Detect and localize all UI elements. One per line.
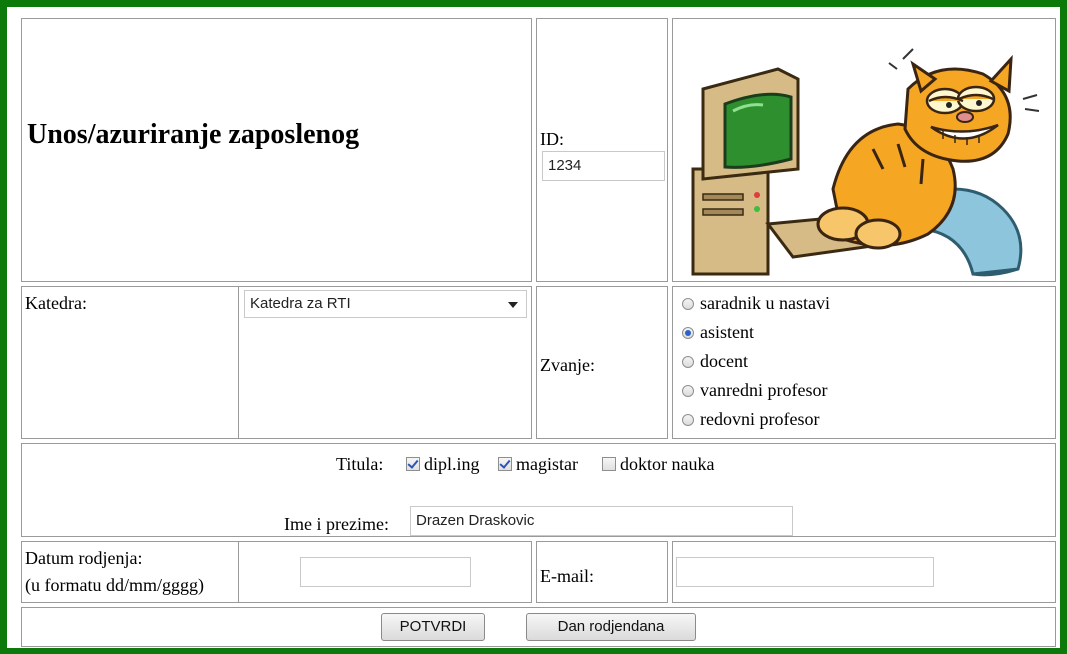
id-cell: ID: 1234 <box>536 18 668 282</box>
id-input[interactable]: 1234 <box>542 151 665 181</box>
email-input-cell <box>672 541 1056 603</box>
email-label: E-mail: <box>540 566 594 586</box>
email-input[interactable] <box>676 557 934 587</box>
radio-asistent[interactable] <box>682 327 694 339</box>
checkbox-doktor-nauka[interactable] <box>602 457 616 471</box>
email-label-cell: E-mail: <box>536 541 668 603</box>
checkbox-label-doktor-nauka: doktor nauka <box>620 454 715 474</box>
radio-saradnik[interactable] <box>682 298 694 310</box>
radio-label-vanredni: vanredni profesor <box>700 380 828 400</box>
datum-label-cell: Datum rodjenja: (u formatu dd/mm/gggg) <box>21 541 240 603</box>
radio-vanredni[interactable] <box>682 385 694 397</box>
buttons-cell: POTVRDI Dan rodjendana <box>21 607 1056 647</box>
checkbox-magistar[interactable] <box>498 457 512 471</box>
checkbox-dipl-ing[interactable] <box>406 457 420 471</box>
radio-label-redovni: redovni profesor <box>700 409 820 429</box>
garfield-computer-illustration <box>691 48 1040 277</box>
title-cell: Unos/azuriranje zaposlenog <box>21 18 532 282</box>
radio-redovni[interactable] <box>682 414 694 426</box>
katedra-label-cell: Katedra: <box>21 286 240 439</box>
zvanje-options-cell: saradnik u nastavi asistent docent vanre… <box>672 286 1056 439</box>
ime-label: Ime i prezime: <box>284 514 389 534</box>
checkbox-label-dipl-ing: dipl.ing <box>424 454 480 474</box>
radio-label-saradnik: saradnik u nastavi <box>700 293 830 313</box>
ime-input[interactable]: Drazen Draskovic <box>410 506 793 536</box>
zvanje-label-cell: Zvanje: <box>536 286 668 439</box>
katedra-select-value: Katedra za RTI <box>250 295 351 312</box>
datum-label-line2: (u formatu dd/mm/gggg) <box>25 575 204 595</box>
chevron-down-icon <box>508 302 518 308</box>
birthday-button[interactable]: Dan rodjendana <box>526 613 696 641</box>
radio-label-asistent: asistent <box>700 322 754 342</box>
radio-docent[interactable] <box>682 356 694 368</box>
id-label: ID: <box>540 129 564 149</box>
zvanje-label: Zvanje: <box>540 355 595 375</box>
page-frame: Unos/azuriranje zaposlenog ID: 1234 Kate… <box>0 0 1067 654</box>
titula-label: Titula: <box>336 454 384 474</box>
page-title: Unos/azuriranje zaposlenog <box>27 119 360 150</box>
katedra-select[interactable]: Katedra za RTI <box>244 290 527 318</box>
katedra-label: Katedra: <box>25 293 87 313</box>
checkbox-label-magistar: magistar <box>516 454 578 474</box>
datum-input-cell <box>238 541 532 603</box>
datum-input[interactable] <box>300 557 471 587</box>
katedra-select-cell: Katedra za RTI <box>238 286 532 439</box>
submit-button[interactable]: POTVRDI <box>381 613 485 641</box>
datum-label-line1: Datum rodjenja: <box>25 548 143 568</box>
radio-label-docent: docent <box>700 351 748 371</box>
image-cell <box>672 18 1056 282</box>
titula-ime-cell: Titula: dipl.ing magistar doktor nauka I… <box>21 443 1056 537</box>
